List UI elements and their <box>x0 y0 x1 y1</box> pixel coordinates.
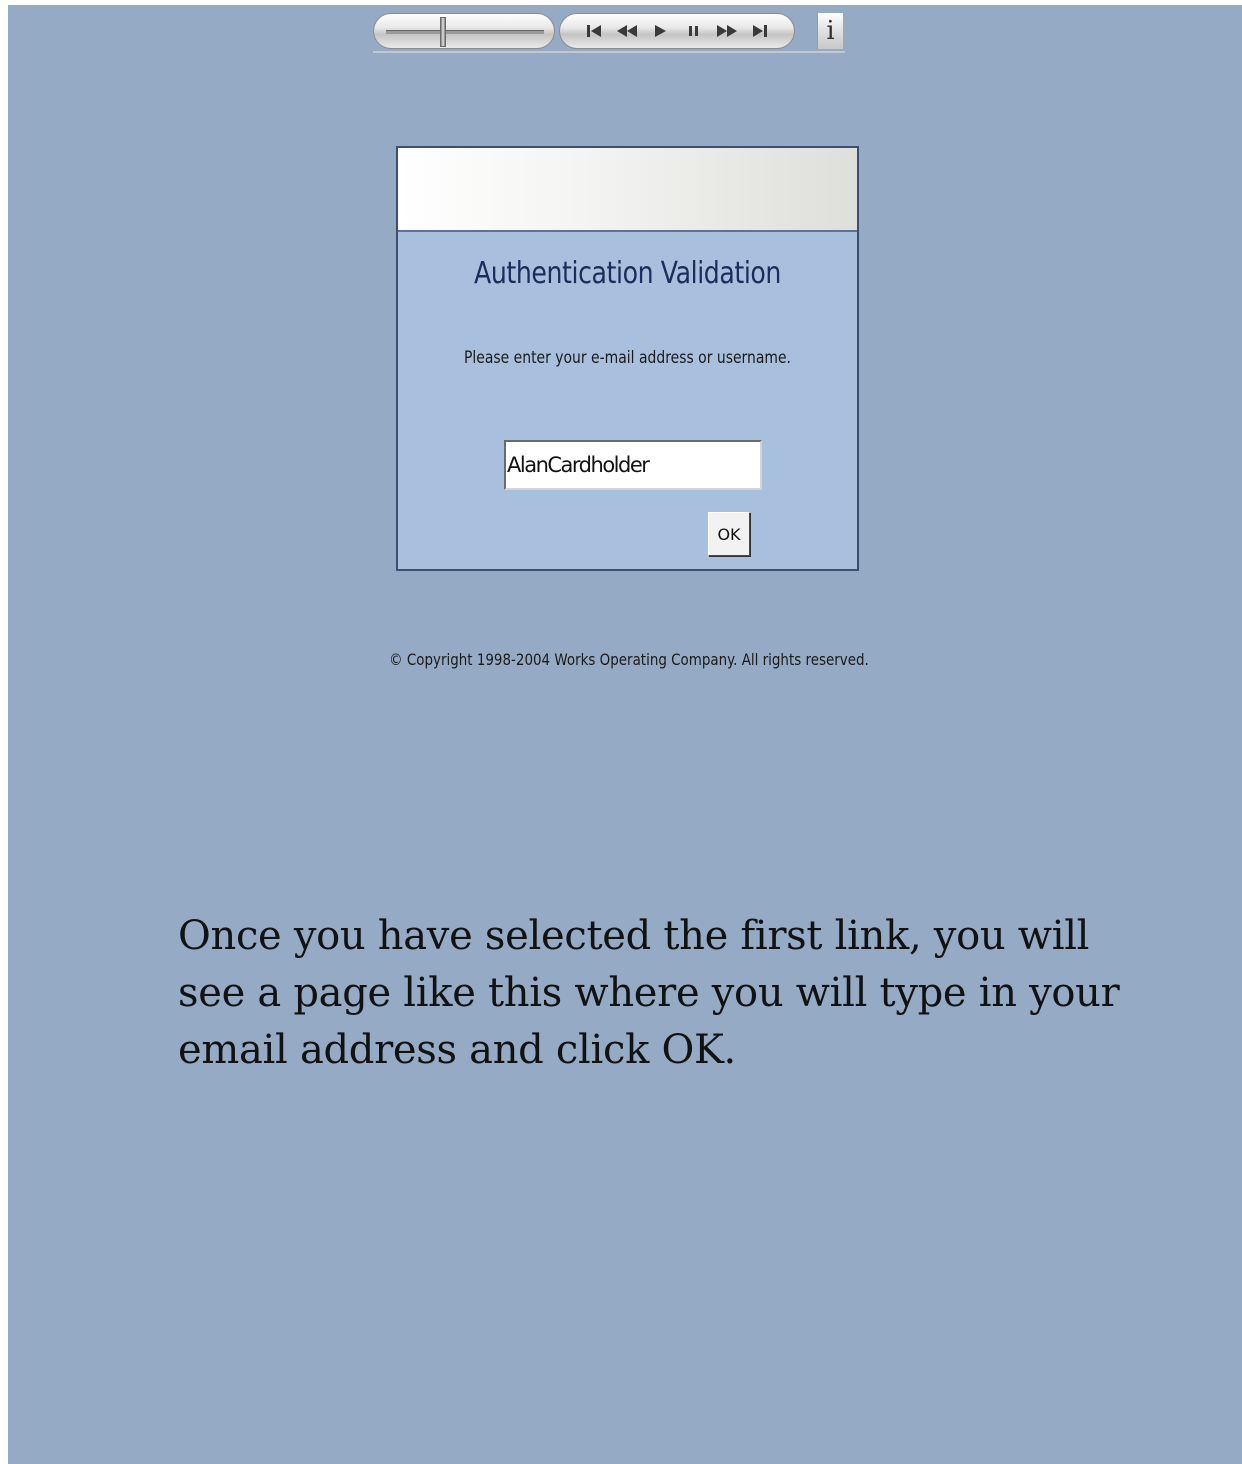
seek-thumb[interactable] <box>440 17 446 47</box>
copyright-notice: © Copyright 1998-2004 Works Operating Co… <box>389 650 869 669</box>
authentication-dialog: Authentication Validation Please enter y… <box>396 146 859 571</box>
play-icon[interactable] <box>647 18 673 44</box>
dialog-prompt: Please enter your e-mail address or user… <box>463 348 791 368</box>
dialog-title: Authentication Validation <box>474 256 781 291</box>
skip-to-start-icon[interactable] <box>581 18 607 44</box>
rewind-icon[interactable] <box>614 18 640 44</box>
fast-forward-icon[interactable] <box>714 18 740 44</box>
player-base-line <box>373 51 845 53</box>
skip-to-end-icon[interactable] <box>747 18 773 44</box>
info-button[interactable]: i <box>817 13 843 49</box>
media-player-bar: i <box>373 11 845 53</box>
seek-track <box>386 30 544 34</box>
ok-button[interactable]: OK <box>708 512 750 556</box>
playback-controls <box>559 13 795 49</box>
dialog-header <box>398 148 857 232</box>
pause-icon[interactable] <box>681 18 707 44</box>
seek-bar[interactable] <box>373 13 555 49</box>
slide-caption: Once you have selected the first link, y… <box>178 913 1120 1073</box>
email-or-username-input[interactable] <box>504 440 762 490</box>
